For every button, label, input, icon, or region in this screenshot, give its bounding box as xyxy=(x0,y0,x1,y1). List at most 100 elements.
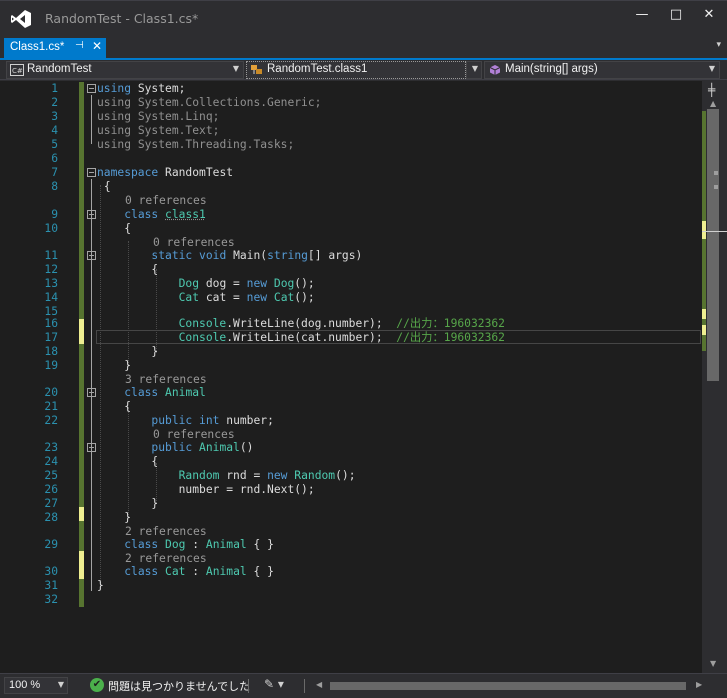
scroll-change-marker xyxy=(702,221,706,239)
scroll-right-arrow-icon[interactable]: ▶ xyxy=(696,680,702,689)
issues-status[interactable]: 問題は見つかりませんでした xyxy=(108,678,250,694)
codelens-references[interactable]: 0 references xyxy=(153,428,235,442)
code-line: 31 } xyxy=(0,579,702,593)
tab-label: Class1.cs* xyxy=(10,41,65,53)
code-text: Cat cat = new Cat(); xyxy=(178,291,315,304)
pin-icon[interactable]: ⊣ xyxy=(75,40,84,51)
code-cleanup-brush-icon[interactable]: ✎ ▾ xyxy=(264,677,284,691)
collapse-toggle[interactable] xyxy=(87,388,96,397)
code-text: } xyxy=(124,511,132,524)
code-line: 19 } xyxy=(0,359,702,373)
code-line: 9 class class1 xyxy=(0,208,702,222)
document-tab-strip: Class1.cs* ⊣ ✕ ▾ xyxy=(0,38,727,58)
codelens-references[interactable]: 0 references xyxy=(153,236,235,250)
code-text: namespace RandomTest xyxy=(97,166,234,179)
horizontal-scroll-thumb[interactable] xyxy=(330,682,686,690)
method-cube-icon xyxy=(489,65,501,75)
line-number: 16 xyxy=(44,317,58,330)
code-text: { xyxy=(151,263,159,276)
svg-text:C#: C# xyxy=(12,67,23,75)
code-line: 7 namespace RandomTest xyxy=(0,166,702,180)
code-line: 18 } xyxy=(0,345,702,359)
class-dropdown[interactable]: RandomTest.class1 xyxy=(246,61,466,79)
code-line: 4 using System.Text; xyxy=(0,124,702,138)
class-icon xyxy=(251,65,262,74)
chevron-down-icon: ▼ xyxy=(708,64,715,73)
csharp-project-icon: C# xyxy=(10,64,24,76)
code-editor[interactable]: 1 using System; 2 using System.Collectio… xyxy=(0,81,702,673)
line-number: 4 xyxy=(51,124,58,137)
close-window-button[interactable]: ✕ xyxy=(694,5,724,25)
line-number: 3 xyxy=(51,110,58,123)
collapse-toggle[interactable] xyxy=(87,168,96,177)
code-text: } xyxy=(97,579,104,592)
code-line: 21 { xyxy=(0,400,702,414)
scroll-marker xyxy=(714,171,718,175)
code-text: public int number; xyxy=(151,414,274,427)
code-line: 20 class Animal xyxy=(0,386,702,400)
code-line: 23 public Animal() xyxy=(0,441,702,455)
code-line: 14 Cat cat = new Cat(); xyxy=(0,291,702,305)
minimize-button[interactable]: — xyxy=(627,5,657,25)
member-dropdown[interactable]: Main(string[] args) ▼ xyxy=(484,61,720,79)
code-line: 3 using System.Linq; xyxy=(0,110,702,124)
code-text: public Animal() xyxy=(151,441,254,454)
code-text: using System.Collections.Generic; xyxy=(97,96,322,109)
line-number: 29 xyxy=(44,538,58,551)
code-line: 11 static void Main(string[] args) xyxy=(0,249,702,263)
line-number: 28 xyxy=(44,511,58,524)
scroll-thumb[interactable] xyxy=(707,109,719,381)
line-number: 21 xyxy=(44,400,58,413)
codelens-references[interactable]: 3 references xyxy=(125,373,207,387)
codelens-references[interactable]: 2 references xyxy=(125,525,207,539)
line-number: 27 xyxy=(44,497,58,510)
scroll-marker xyxy=(714,185,718,189)
collapse-toggle[interactable] xyxy=(87,210,96,219)
split-window-icon[interactable]: ╪ xyxy=(708,83,715,97)
code-text: class class1 xyxy=(124,208,206,221)
scroll-left-arrow-icon[interactable]: ◀ xyxy=(316,680,322,689)
scroll-caret-marker xyxy=(702,231,727,232)
code-text: using System.Text; xyxy=(97,124,220,137)
navigation-bar: C# RandomTest ▼ RandomTest.class1 ▼ Main… xyxy=(0,60,727,80)
close-tab-icon[interactable]: ✕ xyxy=(92,39,102,53)
line-number: 17 xyxy=(44,331,58,344)
code-line: 24 { xyxy=(0,455,702,469)
code-line: 6 xyxy=(0,152,702,166)
code-line: 28 } xyxy=(0,511,702,525)
code-line: 32 xyxy=(0,593,702,607)
line-number: 2 xyxy=(51,96,58,109)
line-number: 7 xyxy=(51,166,58,179)
tab-class1-cs[interactable]: Class1.cs* ⊣ ✕ xyxy=(4,38,106,58)
line-number: 24 xyxy=(44,455,58,468)
collapse-toggle[interactable] xyxy=(87,84,96,93)
line-number: 23 xyxy=(44,441,58,454)
code-line: 30 class Cat : Animal { } xyxy=(0,565,702,579)
code-text: } xyxy=(151,345,159,358)
code-line: 17 Console.WriteLine(cat.number); //出力：1… xyxy=(0,331,702,345)
scroll-up-arrow-icon[interactable]: ▲ xyxy=(710,99,716,108)
check-circle-icon[interactable]: ✔ xyxy=(90,678,104,692)
separator xyxy=(304,679,305,693)
code-text: number = rnd.Next(); xyxy=(178,483,315,496)
code-line: 5 using System.Threading.Tasks; xyxy=(0,138,702,152)
vertical-scrollbar[interactable]: ╪ ▲ ▼ xyxy=(702,81,727,673)
project-dropdown[interactable]: C# RandomTest ▼ xyxy=(6,61,244,79)
line-number: 9 xyxy=(51,208,58,221)
code-line: 8 { xyxy=(0,180,702,194)
line-number: 5 xyxy=(51,138,58,151)
code-text: } xyxy=(124,359,132,372)
maximize-button[interactable]: □ xyxy=(661,5,691,25)
window-title: RandomTest - Class1.cs* xyxy=(45,11,199,26)
class-dropdown-arrow[interactable]: ▼ xyxy=(466,61,482,79)
code-text: class Dog : Animal { } xyxy=(124,538,274,551)
collapse-toggle[interactable] xyxy=(87,251,96,260)
zoom-dropdown[interactable]: 100 % ▼ xyxy=(4,677,68,694)
collapse-toggle[interactable] xyxy=(87,443,96,452)
code-text: static void Main(string[] args) xyxy=(151,249,363,262)
scroll-down-arrow-icon[interactable]: ▼ xyxy=(710,659,716,668)
line-number: 11 xyxy=(44,249,58,262)
codelens-references[interactable]: 0 references xyxy=(125,194,207,208)
codelens-references[interactable]: 2 references xyxy=(125,552,207,566)
tab-overflow-chevron-down-icon[interactable]: ▾ xyxy=(716,40,721,50)
